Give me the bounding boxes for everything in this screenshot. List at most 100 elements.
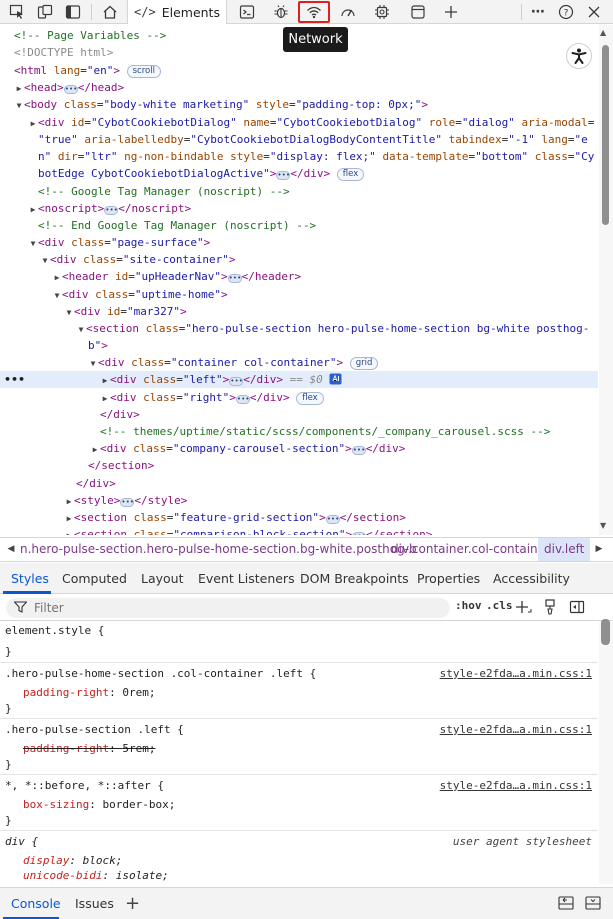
dom-line[interactable]: ▶ <div class="right">•••</div> flex: [0, 389, 598, 406]
style-rule[interactable]: element.style { }: [0, 622, 598, 663]
dom-line[interactable]: <!-- End Google Tag Manager (noscript) -…: [0, 217, 598, 234]
dom-line[interactable]: ▼ <div class="container col-container"> g…: [0, 354, 598, 371]
accessibility-icon[interactable]: [566, 43, 592, 69]
dom-scroll-thumb[interactable]: [602, 45, 609, 225]
collapse-arrow-icon[interactable]: ▼: [14, 97, 24, 114]
dom-line[interactable]: </div>: [0, 406, 598, 423]
scroll-down-arrow-icon[interactable]: ▼: [600, 521, 606, 530]
breadcrumb-item-active[interactable]: div.left: [538, 538, 591, 561]
dom-line[interactable]: <!-- Page Variables -->: [0, 27, 598, 44]
flex-badge[interactable]: flex: [336, 168, 365, 181]
breadcrumb-item[interactable]: div.container.col-container: [391, 538, 550, 561]
dock-drawer-icon[interactable]: [558, 896, 574, 910]
rule-declaration[interactable]: unicode-bidi: isolate;: [23, 868, 169, 884]
dom-line[interactable]: ▶ <head>•••</head>: [0, 79, 598, 96]
rule-source-link[interactable]: style-e2fda…a.min.css:1: [440, 666, 592, 682]
expand-arrow-icon[interactable]: ▶: [64, 510, 74, 527]
styles-scrollbar[interactable]: [599, 622, 613, 884]
rule-declaration[interactable]: padding-right: 0rem;: [23, 685, 155, 701]
inspect-icon[interactable]: [6, 0, 28, 24]
tab-computed[interactable]: Computed: [62, 563, 127, 594]
rule-selector[interactable]: .hero-pulse-section .left {: [5, 722, 184, 738]
rule-declaration-overridden[interactable]: padding-right: 5rem;: [23, 741, 155, 757]
dom-line[interactable]: b">: [0, 337, 598, 354]
dom-line-selected[interactable]: ••• ▶ <div class="left">•••</div> == $0: [0, 371, 598, 388]
collapse-arrow-icon[interactable]: ▼: [52, 287, 62, 304]
dom-line[interactable]: ▼ <div id="mar327">: [0, 303, 598, 320]
style-rule[interactable]: div { user agent stylesheet display: blo…: [0, 831, 598, 884]
tab-elements[interactable]: </> Elements: [127, 0, 227, 24]
filter-input[interactable]: [6, 598, 450, 618]
style-rule[interactable]: .hero-pulse-home-section .col-container …: [0, 663, 598, 719]
rule-source-link[interactable]: style-e2fda…a.min.css:1: [440, 722, 592, 738]
dom-line[interactable]: ▶ <div id="CybotCookiebotDialog" name="Cy…: [0, 114, 598, 131]
new-style-rule-icon[interactable]: [514, 599, 532, 615]
dom-line[interactable]: ▼ <div class="uptime-home">: [0, 286, 598, 303]
expand-arrow-icon[interactable]: ▶: [14, 80, 24, 97]
expand-arrow-icon[interactable]: ▶: [64, 493, 74, 510]
rule-selector[interactable]: div {: [5, 834, 38, 850]
collapse-arrow-icon[interactable]: ▼: [76, 321, 86, 338]
ellipsis-badge[interactable]: •••: [235, 395, 250, 404]
ellipsis-badge[interactable]: •••: [104, 206, 119, 215]
dom-line[interactable]: ▶<section class="comparison-block-sectio…: [0, 526, 598, 535]
performance-icon[interactable]: [337, 0, 359, 24]
ellipsis-badge[interactable]: •••: [352, 532, 367, 535]
breadcrumb-left-arrow-icon[interactable]: ◀: [4, 538, 18, 561]
collapse-arrow-icon[interactable]: ▼: [88, 355, 98, 372]
expand-arrow-icon[interactable]: ▶: [90, 441, 100, 458]
ellipsis-badge[interactable]: •••: [351, 446, 366, 455]
tab-styles[interactable]: Styles: [11, 563, 49, 594]
application-icon[interactable]: [407, 0, 429, 24]
dom-line[interactable]: ▶ <section class="feature-grid-section">•…: [0, 509, 598, 526]
add-tool-icon[interactable]: [440, 0, 462, 24]
ellipsis-badge[interactable]: •••: [227, 274, 242, 283]
expand-arrow-icon[interactable]: ▶: [52, 269, 62, 286]
rendering-emulation-icon[interactable]: [543, 599, 557, 615]
dom-line[interactable]: botEdge CybotCookiebotDialogActive">•••<…: [0, 165, 598, 182]
console-icon[interactable]: [236, 0, 258, 24]
dom-line[interactable]: ▼ <div class="page-surface">: [0, 234, 598, 251]
scroll-up-arrow-icon[interactable]: ▲: [600, 28, 606, 37]
ellipsis-badge[interactable]: •••: [120, 498, 135, 507]
device-toolbar-icon[interactable]: [34, 0, 56, 24]
expand-arrow-icon[interactable]: ▶: [100, 372, 110, 389]
tab-properties[interactable]: Properties: [417, 563, 480, 594]
rule-declaration[interactable]: box-sizing: border-box;: [23, 797, 175, 813]
tab-layout[interactable]: Layout: [141, 563, 184, 594]
dom-line[interactable]: </div>: [0, 475, 598, 492]
dom-tree[interactable]: <!-- Page Variables --> <!DOCTYPE html> …: [0, 25, 598, 535]
help-icon[interactable]: ?: [556, 0, 576, 24]
dom-line[interactable]: <!-- themes/uptime/static/scss/component…: [0, 423, 598, 440]
add-drawer-tab-button[interactable]: +: [125, 888, 140, 919]
tab-issues[interactable]: Issues: [75, 888, 114, 919]
collapse-arrow-icon[interactable]: ▼: [40, 252, 50, 269]
cls-toggle[interactable]: .cls: [486, 599, 513, 612]
scroll-badge[interactable]: scroll: [126, 65, 161, 78]
tab-dom-breakpoints[interactable]: DOM Breakpoints: [300, 563, 409, 594]
close-icon[interactable]: [584, 0, 604, 24]
rule-selector[interactable]: *, *::before, *::after {: [5, 778, 164, 794]
expand-arrow-icon[interactable]: ▶: [28, 201, 38, 218]
collapse-arrow-icon[interactable]: ▼: [64, 304, 74, 321]
welcome-home-icon[interactable]: [99, 0, 121, 24]
toggle-sidebar-icon[interactable]: [569, 599, 585, 615]
rule-selector[interactable]: element.style {: [5, 623, 104, 639]
dom-line[interactable]: n" dir="ltr" ng-non-bindable style="disp…: [0, 148, 598, 165]
breadcrumb-item[interactable]: n.hero-pulse-section.hero-pulse-home-sec…: [20, 538, 417, 561]
dom-line[interactable]: </section>: [0, 457, 598, 474]
expand-arrow-icon[interactable]: ▶: [64, 527, 74, 535]
dom-line[interactable]: ▶ <style>•••</style>: [0, 492, 598, 509]
tab-accessibility[interactable]: Accessibility: [493, 563, 570, 594]
rule-declaration[interactable]: display: block;: [23, 853, 122, 869]
dom-line[interactable]: ▶ <header id="upHeaderNav">•••</header>: [0, 268, 598, 285]
rule-selector[interactable]: .hero-pulse-home-section .col-container …: [5, 666, 316, 682]
ellipsis-badge[interactable]: •••: [276, 171, 291, 180]
gutter-dots-icon[interactable]: •••: [4, 371, 25, 388]
rule-source-link[interactable]: style-e2fda…a.min.css:1: [440, 778, 592, 794]
tab-console[interactable]: Console: [11, 888, 61, 919]
breadcrumb-right-arrow-icon[interactable]: ▶: [592, 538, 606, 561]
tab-event-listeners[interactable]: Event Listeners: [198, 563, 295, 594]
dom-line[interactable]: ▼ <body class="body-white marketing" styl…: [0, 96, 598, 113]
collapse-arrow-icon[interactable]: ▼: [28, 235, 38, 252]
